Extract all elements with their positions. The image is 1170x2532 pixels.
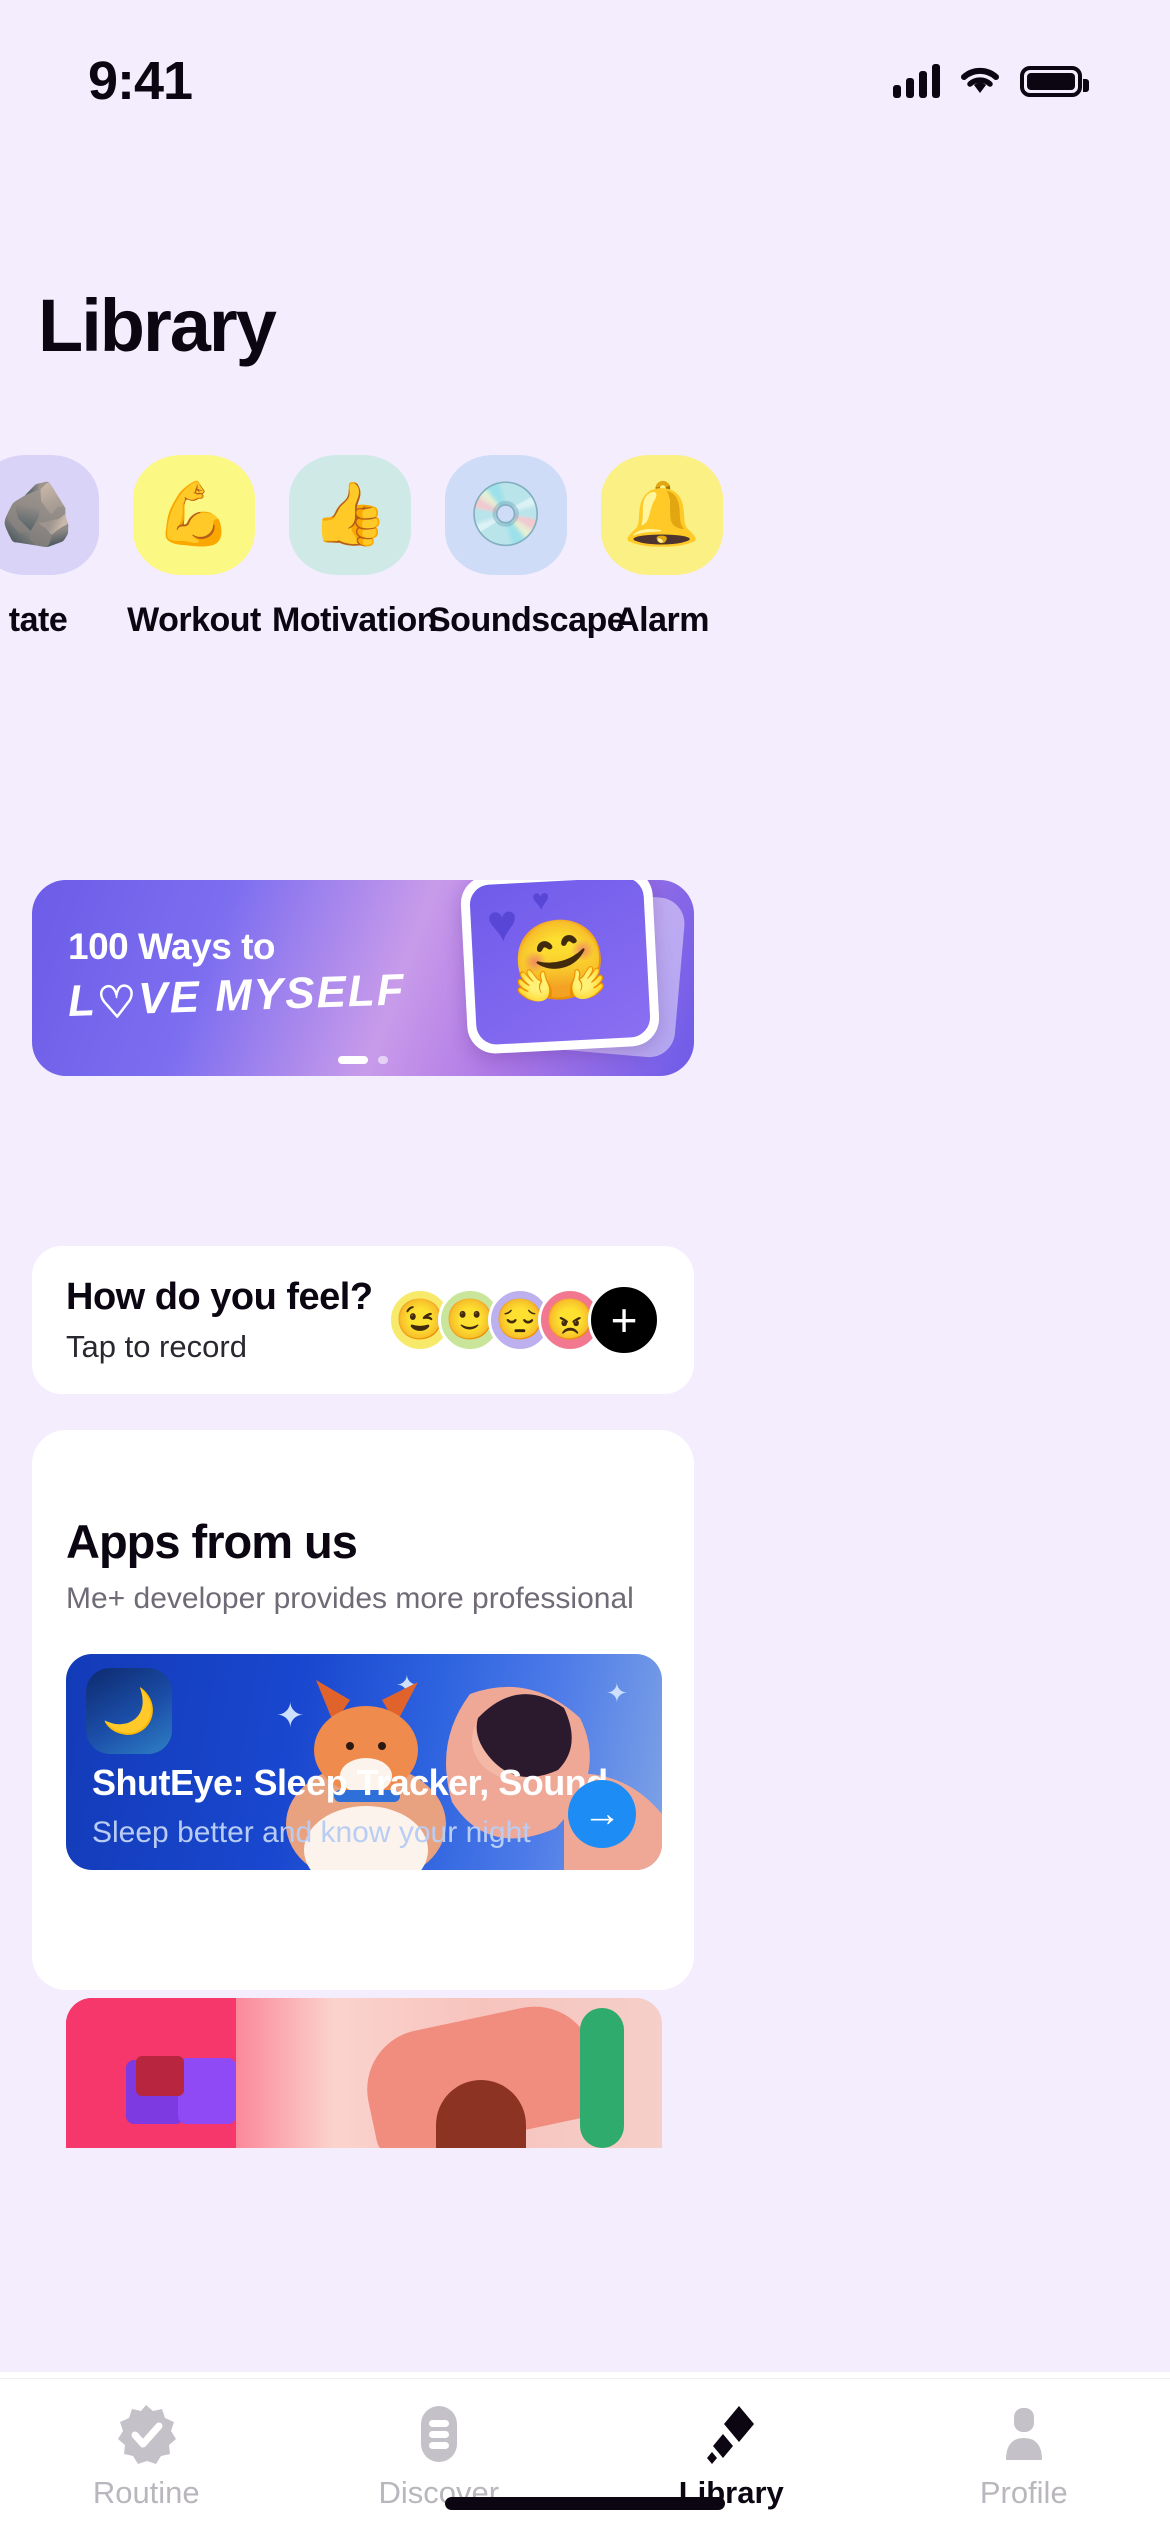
tab-label: Routine [92,2475,200,2510]
sparkle-icon: ✦ [396,1670,418,1700]
tab-profile[interactable]: Profile [924,2401,1124,2511]
category-label: Motivation [272,601,437,639]
promo-card-front: ♥ ♥ 🤗 [459,880,661,1055]
category-item-alarm[interactable]: 🔔 Alarm [584,455,740,640]
mood-record-card[interactable]: How do you feel? Tap to record 😉 🙂 😔 😠 + [32,1246,694,1394]
pagination-dot-active[interactable] [338,1056,368,1064]
category-label: tate [8,601,68,639]
promo-banner-text: 100 Ways to L♡VE MYSELF [67,926,407,1028]
bell-icon: 🔔 [601,455,723,575]
mood-card-title: How do you feel? [66,1275,373,1318]
moon-icon: 🌙 [101,1687,157,1736]
list-pill-icon [339,2401,539,2467]
app-promo-next-peek[interactable] [66,1998,662,2148]
status-time: 9:41 [88,51,193,111]
category-item-meditate[interactable]: 🪨 tate [0,455,116,640]
category-item-motivation[interactable]: 👍 Motivation [272,455,437,640]
page-title: Library [38,284,277,367]
category-scroller[interactable]: 🪨 tate 💪 Workout 👍 Motivation 💿 Soundsca… [0,455,1130,675]
tab-label: Profile [979,2475,1068,2510]
sparkle-icon: ✦ [606,1678,628,1708]
peek-art-block [580,2008,624,2148]
hugging-face-icon: 🤗 [509,913,611,1007]
diamonds-icon [631,2401,831,2467]
peek-art-block [136,2056,184,2096]
tab-routine[interactable]: Routine [46,2401,246,2511]
mood-card-subtitle: Tap to record [66,1328,247,1364]
promo-card-image: ♥ ♥ 🤗 [468,880,652,1046]
promo-title-line1: 100 Ways to [68,926,275,967]
apps-section-title: Apps from us [66,1515,358,1568]
heart-glyph-icon: ♡ [96,977,140,1028]
app-name: ShutEye: Sleep Tracker, Sound [92,1762,608,1803]
status-indicators [893,42,1089,98]
vinyl-record-icon: 💿 [445,455,567,575]
mood-card-text: How do you feel? Tap to record [66,1276,373,1365]
category-label: Workout [127,601,261,639]
promo-banner[interactable]: 100 Ways to L♡VE MYSELF ♥ ♥ 🤗 [32,880,694,1076]
app-promo-shuteye[interactable]: ✦ ✦ ✦ 🌙 ShutEye: Sleep Tracker, Sound Sl… [66,1654,662,1870]
tab-library[interactable]: Library [631,2401,831,2511]
thumbs-up-icon: 👍 [289,455,411,575]
home-indicator [445,2497,725,2510]
app-description: Sleep better and know your night [92,1816,531,1849]
wifi-icon [961,67,999,93]
category-item-workout[interactable]: 💪 Workout [116,455,272,640]
apps-section-subtitle: Me+ developer provides more professional [66,1582,634,1615]
shuteye-app-icon: 🌙 [86,1668,172,1754]
flexed-biceps-icon: 💪 [133,455,255,575]
add-mood-button[interactable]: + [588,1284,660,1356]
badge-check-icon [46,2401,246,2467]
heart-decor-icon: ♥ [485,894,520,954]
cellular-bars-icon [893,64,940,98]
promo-pagination[interactable] [32,1056,694,1064]
app-open-arrow-button[interactable]: → [568,1780,636,1848]
promo-title-line2: L♡VE MYSELF [67,965,407,1028]
person-icon [924,2401,1124,2467]
category-label: Soundscape [428,601,626,639]
category-label: Alarm [615,601,709,639]
status-bar: 9:41 [0,0,1170,140]
apps-from-us-card: Apps from us Me+ developer provides more… [32,1430,694,1990]
promo-card-stack: ♥ ♥ 🤗 [450,880,687,1064]
mood-face-list: 😉 🙂 😔 😠 + [388,1284,660,1356]
heart-decor-icon: ♥ [530,883,551,918]
peek-art-block [178,2058,236,2124]
battery-full-icon [1020,65,1089,97]
pagination-dot[interactable] [378,1056,388,1064]
sparkle-icon: ✦ [276,1697,305,1735]
tab-discover[interactable]: Discover [339,2401,539,2511]
category-item-soundscape[interactable]: 💿 Soundscape [428,455,626,640]
app-screen: 9:41 Library 🪨 tate 💪 Workout 👍 Motivati… [0,0,1170,2532]
meditate-stones-icon: 🪨 [0,455,99,575]
